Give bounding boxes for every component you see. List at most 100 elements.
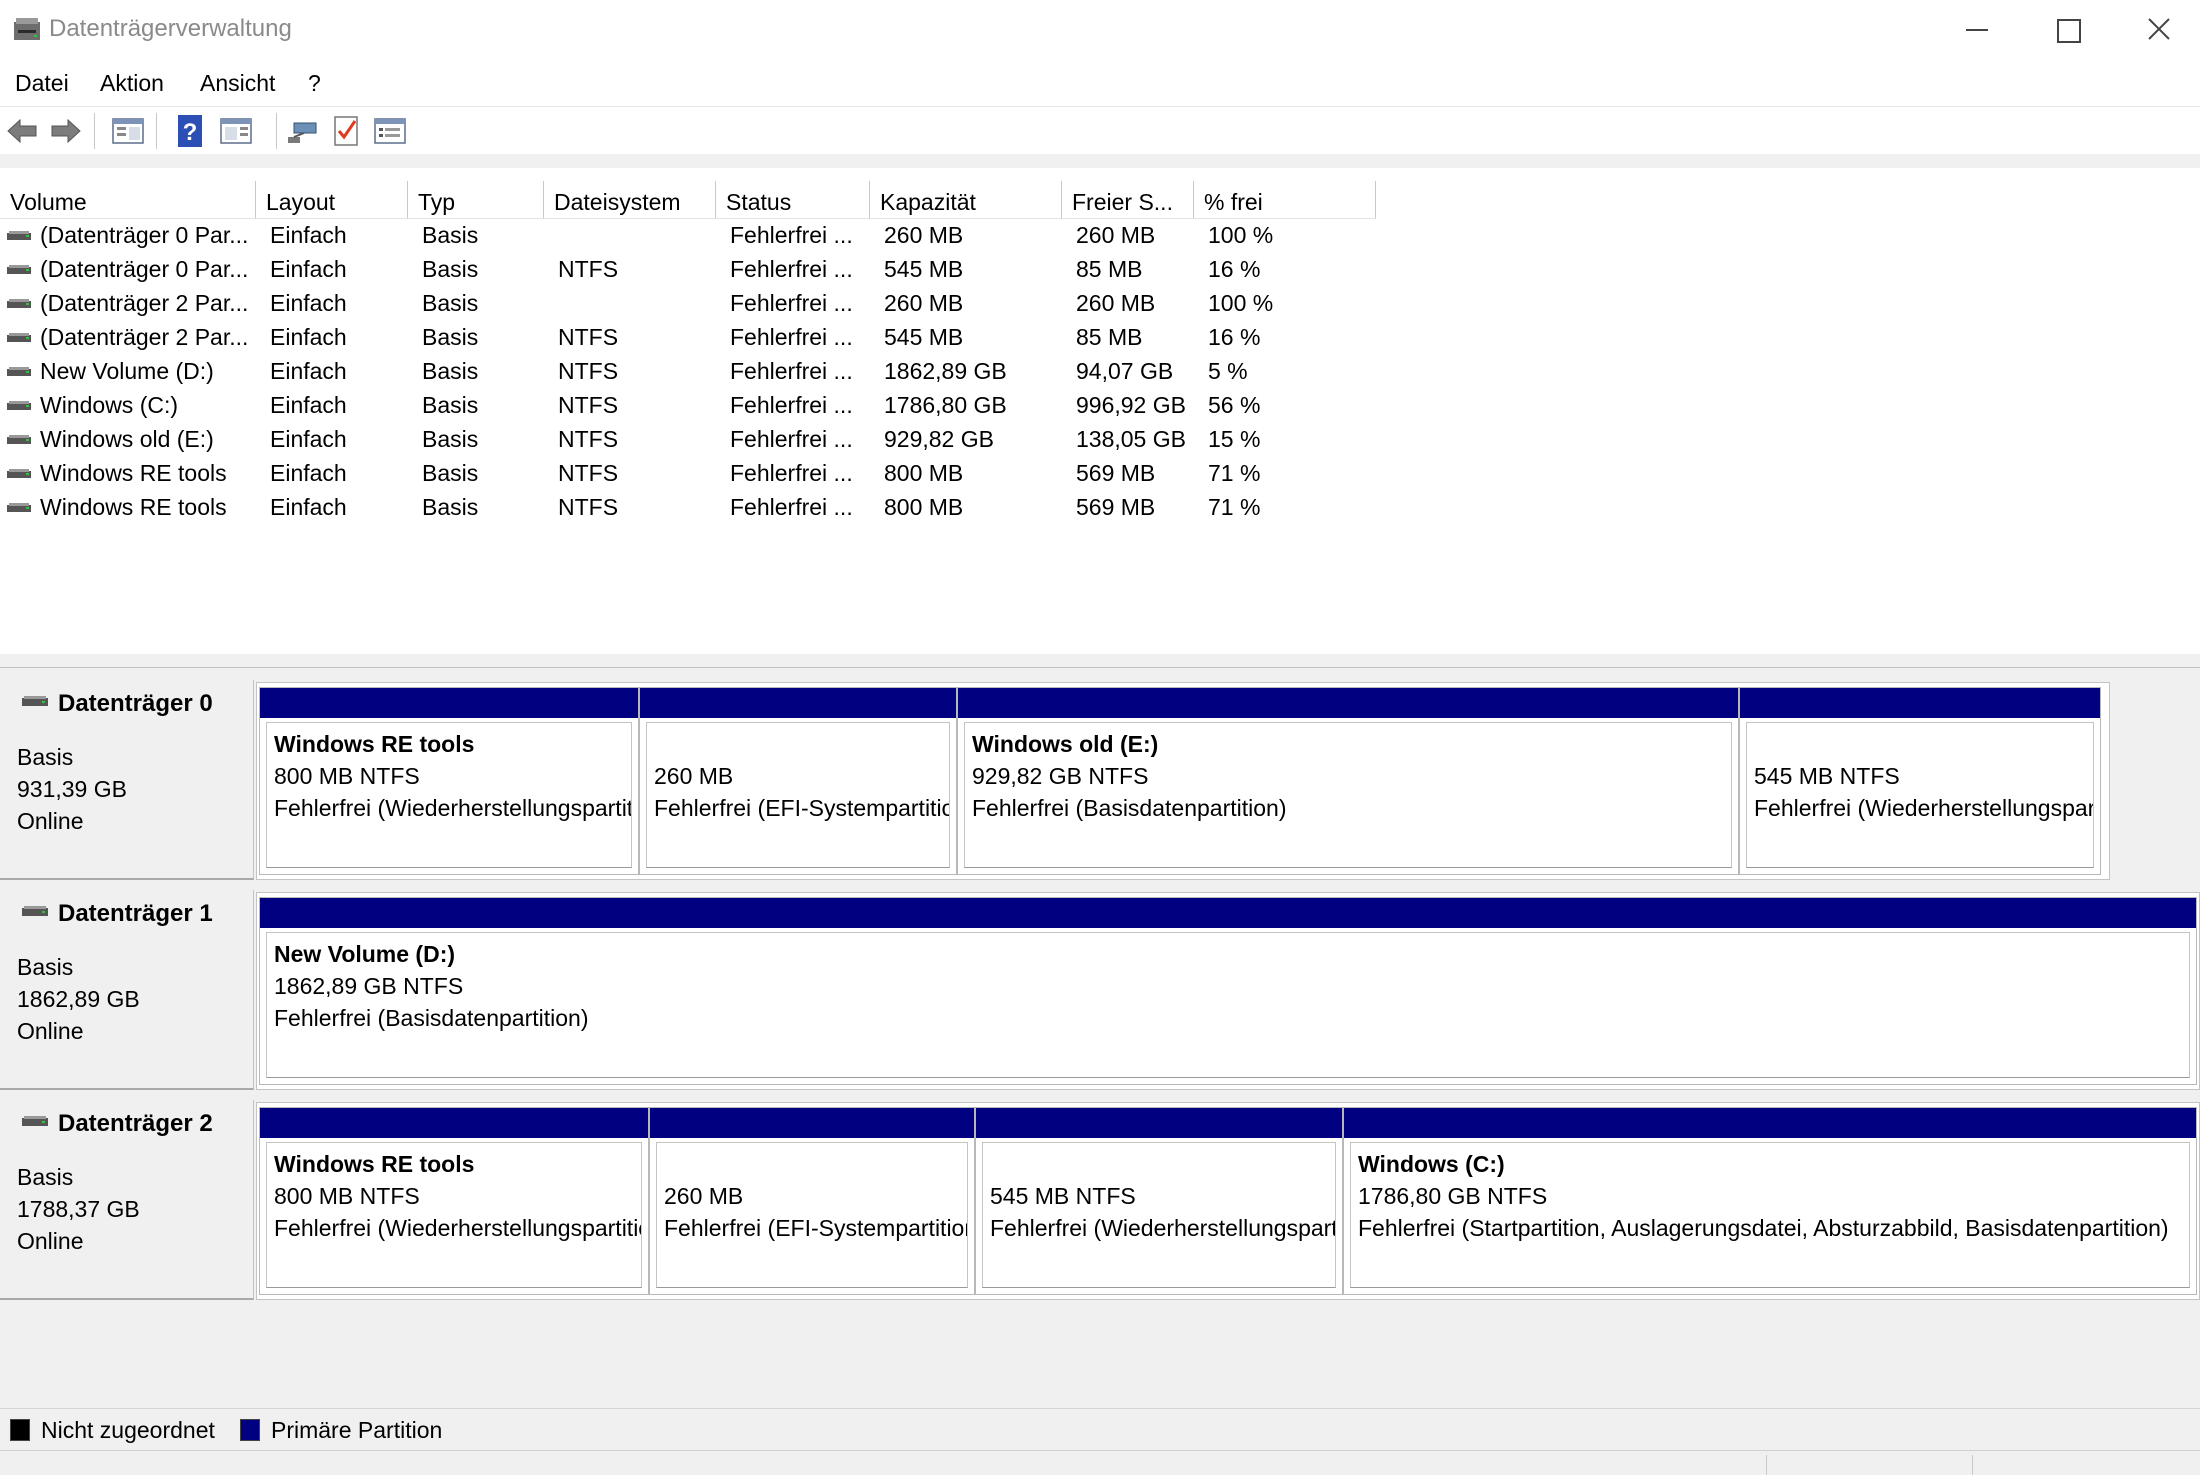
cell-volume: New Volume (D:): [40, 358, 214, 384]
table-row[interactable]: Windows old (E:) Einfach Basis NTFS Fehlerfr…: [0, 423, 1380, 457]
partition-disk2-3[interactable]: 545 MB NTFS Fehlerfrei (Wiederherstellun…: [975, 1107, 1343, 1295]
partition-status: Fehlerfrei (Startpartition, Auslagerungs…: [1358, 1215, 2169, 1241]
cell-kapazitaet: 929,82 GB: [884, 426, 994, 452]
column-header-status[interactable]: Status: [716, 181, 870, 219]
cell-dateisystem: NTFS: [558, 494, 619, 520]
disk-type: Basis: [17, 744, 74, 770]
cell-prozent-frei: 5 %: [1208, 358, 1248, 384]
menu-ansicht[interactable]: Ansicht: [200, 70, 275, 97]
cell-volume: (Datenträger 0 Par...: [40, 256, 249, 282]
table-row[interactable]: Windows RE tools Einfach Basis NTFS Fehlerfr…: [0, 457, 1380, 491]
properties-checklist-icon[interactable]: [328, 113, 364, 149]
table-row[interactable]: (Datenträger 0 Par... Einfach Basis Fehlerf…: [0, 219, 1380, 253]
menu-help[interactable]: ?: [308, 70, 321, 97]
column-header-dateisystem[interactable]: Dateisystem: [544, 181, 716, 219]
menu-aktion[interactable]: Aktion: [100, 70, 164, 97]
partition-disk1-1[interactable]: New Volume (D:) 1862,89 GB NTFS Fehlerfr…: [259, 897, 2197, 1085]
cell-status: Fehlerfrei ...: [730, 222, 853, 248]
table-row[interactable]: New Volume (D:) Einfach Basis NTFS Fehlerfre…: [0, 355, 1380, 389]
partition-name: New Volume (D:): [274, 941, 456, 967]
cell-volume: (Datenträger 2 Par...: [40, 290, 249, 316]
cell-layout: Einfach: [270, 494, 347, 520]
partition-disk0-3[interactable]: Windows old (E:) 929,82 GB NTFS Fehlerfr…: [957, 687, 1739, 875]
column-header-typ[interactable]: Typ: [408, 181, 544, 219]
cell-freier-speicher: 85 MB: [1076, 324, 1143, 350]
cell-typ: Basis: [422, 358, 479, 384]
disk-2-label[interactable]: Datenträger 2 Basis 1788,37 GB Online: [0, 1100, 254, 1300]
cell-prozent-frei: 56 %: [1208, 392, 1261, 418]
disk-state: Online: [17, 1228, 84, 1254]
cell-volume: (Datenträger 2 Par...: [40, 324, 249, 350]
partition-disk0-4[interactable]: 545 MB NTFS Fehlerfrei (Wiederherstellun…: [1739, 687, 2101, 875]
partition-size: 800 MB NTFS: [274, 763, 420, 789]
console-tree-icon[interactable]: [110, 113, 146, 149]
cell-status: Fehlerfrei ...: [730, 494, 853, 520]
volume-drive-icon: [7, 231, 31, 240]
column-header-prozent-frei[interactable]: % frei: [1194, 181, 1376, 219]
cell-freier-speicher: 94,07 GB: [1076, 358, 1174, 384]
column-header-freier-speicher[interactable]: Freier S...: [1062, 181, 1194, 219]
status-bar-separator: [1972, 1455, 1973, 1475]
column-header-layout[interactable]: Layout: [256, 181, 408, 219]
partition-bar: [640, 688, 956, 718]
cell-layout: Einfach: [270, 324, 347, 350]
partition-bar: [1740, 688, 2100, 718]
cell-kapazitaet: 545 MB: [884, 256, 964, 282]
partition-disk0-2[interactable]: 260 MB Fehlerfrei (EFI-Systempartition): [639, 687, 957, 875]
cell-prozent-frei: 71 %: [1208, 494, 1261, 520]
close-button[interactable]: [2112, 0, 2200, 58]
cell-status: Fehlerfrei ...: [730, 460, 853, 486]
partition-bar: [650, 1108, 974, 1138]
partition-disk0-1[interactable]: Windows RE tools 800 MB NTFS Fehlerfrei …: [259, 687, 639, 875]
disk-name: Datenträger 0: [58, 690, 213, 717]
minimize-button[interactable]: [1930, 0, 2022, 58]
menu-datei[interactable]: Datei: [15, 70, 69, 97]
legend-label-primary: Primäre Partition: [271, 1417, 443, 1443]
toolbar: ?: [0, 106, 2200, 154]
forward-arrow-icon[interactable]: [48, 113, 84, 149]
table-row[interactable]: Windows RE tools Einfach Basis NTFS Fehlerfr…: [0, 491, 1380, 525]
maximize-button[interactable]: [2020, 0, 2112, 58]
disk-management-app-icon: [14, 18, 40, 40]
disk-0-partitions: Windows RE tools 800 MB NTFS Fehlerfrei …: [256, 682, 2110, 880]
cell-dateisystem: NTFS: [558, 358, 619, 384]
help-icon[interactable]: ?: [172, 113, 208, 149]
table-row[interactable]: (Datenträger 0 Par... Einfach Basis NTFS Feh…: [0, 253, 1380, 287]
partition-disk2-2[interactable]: 260 MB Fehlerfrei (EFI-Systempartition): [649, 1107, 975, 1295]
partition-size: 545 MB NTFS: [1754, 763, 1900, 789]
cell-status: Fehlerfrei ...: [730, 358, 853, 384]
cell-prozent-frei: 100 %: [1208, 222, 1274, 248]
action-pane-icon[interactable]: [218, 113, 254, 149]
cell-freier-speicher: 85 MB: [1076, 256, 1143, 282]
disk-icon: [22, 906, 48, 916]
toolbar-separator: [156, 113, 157, 149]
column-header-volume[interactable]: Volume: [0, 181, 256, 219]
partition-disk2-1[interactable]: Windows RE tools 800 MB NTFS Fehlerfrei …: [259, 1107, 649, 1295]
partition-bar: [260, 898, 2196, 928]
volume-drive-icon: [7, 401, 31, 410]
cell-dateisystem: NTFS: [558, 256, 619, 282]
partition-status: Fehlerfrei (Basisdatenpartition): [274, 1005, 589, 1031]
table-row[interactable]: (Datenträger 2 Par... Einfach Basis Fehlerf…: [0, 287, 1380, 321]
partition-size: 1786,80 GB NTFS: [1358, 1183, 1548, 1209]
view-list-icon[interactable]: [372, 113, 408, 149]
cell-freier-speicher: 569 MB: [1076, 494, 1156, 520]
back-arrow-icon[interactable]: [4, 113, 40, 149]
table-row[interactable]: (Datenträger 2 Par... Einfach Basis NTFS Feh…: [0, 321, 1380, 355]
partition-disk2-4[interactable]: Windows (C:) 1786,80 GB NTFS Fehlerfrei …: [1343, 1107, 2197, 1295]
pane-splitter[interactable]: [0, 654, 2200, 668]
cell-prozent-frei: 100 %: [1208, 290, 1274, 316]
partition-size: 800 MB NTFS: [274, 1183, 420, 1209]
volume-drive-icon: [7, 333, 31, 342]
table-row[interactable]: Windows (C:) Einfach Basis NTFS Fehlerfrei .…: [0, 389, 1380, 423]
partition-bar: [976, 1108, 1342, 1138]
cell-volume: Windows RE tools: [40, 494, 227, 520]
cell-volume: Windows old (E:): [40, 426, 214, 452]
disk-1-label[interactable]: Datenträger 1 Basis 1862,89 GB Online: [0, 890, 254, 1090]
column-header-kapazitaet[interactable]: Kapazität: [870, 181, 1062, 219]
disk-0-label[interactable]: Datenträger 0 Basis 931,39 GB Online: [0, 680, 254, 880]
connect-icon[interactable]: [284, 113, 320, 149]
cell-kapazitaet: 1786,80 GB: [884, 392, 1007, 418]
cell-prozent-frei: 71 %: [1208, 460, 1261, 486]
disk-icon: [22, 696, 48, 706]
